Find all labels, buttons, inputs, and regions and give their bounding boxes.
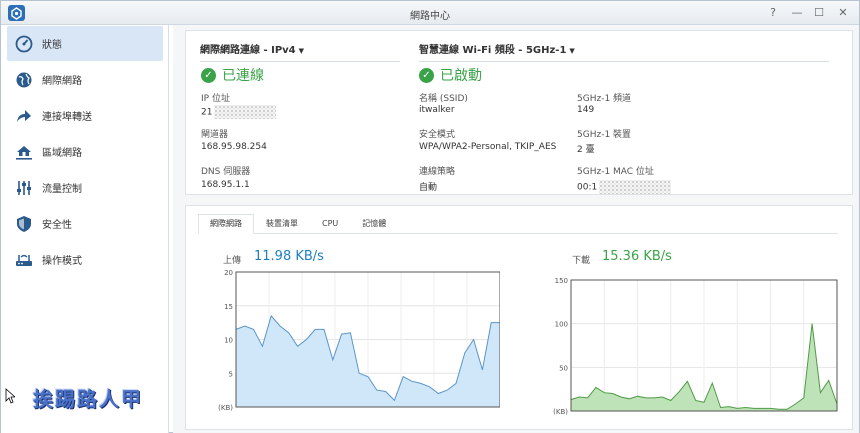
title-bar: 網路中心 ? — ☐ ✕ (1, 1, 859, 25)
tab-device-list[interactable]: 裝置清單 (254, 214, 310, 234)
main-content: 網際網路連線 - IPv4 ▼ 智慧連線 Wi-Fi 頻段 - 5GHz-1 ▼ ✓… (173, 25, 859, 433)
sidebar-item-label: 流量控制 (42, 184, 82, 195)
upload-tick-label: 15 (224, 303, 233, 311)
ssid-value: itwalker (419, 105, 455, 115)
network-center-window: 網路中心 ? — ☐ ✕ 狀態 網際網路 連接埠轉送 區域網路 流量控制 安全性… (0, 0, 860, 433)
connection-status-panel: 網際網路連線 - IPv4 ▼ 智慧連線 Wi-Fi 頻段 - 5GHz-1 ▼ ✓… (185, 30, 853, 195)
mac-value: 00:1 (577, 180, 672, 194)
sidebar-item-label: 操作模式 (42, 256, 82, 267)
channel-label: 5GHz-1 頻道 (577, 94, 632, 104)
globe-icon (15, 71, 33, 89)
download-chart: 150 100 50 (KB) (553, 277, 838, 416)
policy-label: 連線策略 (419, 167, 456, 177)
window-title: 網路中心 (410, 11, 450, 22)
sidebar-item-status[interactable]: 狀態 (7, 26, 163, 61)
ip-label: IP 位址 (201, 94, 230, 104)
wifi-status-text: 已啟動 (440, 68, 482, 84)
upload-value: 11.98 KB/s (254, 249, 324, 264)
internet-status-text: 已連線 (222, 68, 264, 84)
sidebar-item-label: 連接埠轉送 (42, 112, 92, 123)
download-value: 15.36 KB/s (602, 249, 672, 264)
sidebar: 狀態 網際網路 連接埠轉送 區域網路 流量控制 安全性 操作模式 (1, 25, 169, 433)
wifi-band-dropdown[interactable]: 智慧連線 Wi-Fi 頻段 - 5GHz-1 ▼ (419, 41, 829, 62)
mac-value-text: 00:1 (577, 182, 598, 193)
ip-value-text: 21 (201, 107, 213, 118)
sidebar-item-label: 區域網路 (42, 148, 82, 159)
sidebar-item-label: 狀態 (42, 40, 62, 51)
internet-status: ✓ 已連線 (201, 65, 264, 85)
download-label: 下載 (572, 256, 591, 266)
tab-memory[interactable]: 記憶體 (350, 214, 398, 234)
home-network-icon (15, 143, 33, 161)
sidebar-item-label: 安全性 (42, 220, 72, 231)
policy-value: 自動 (419, 183, 438, 193)
ssid-label: 名稱 (SSID) (419, 94, 468, 104)
maximize-button[interactable]: ☐ (811, 5, 827, 21)
gateway-label: 閘道器 (201, 130, 229, 140)
internet-connection-dropdown[interactable]: 網際網路連線 - IPv4 ▼ (200, 41, 400, 62)
mouse-cursor-icon (5, 388, 15, 404)
sidebar-item-security[interactable]: 安全性 (7, 206, 163, 241)
caret-down-icon: ▼ (298, 47, 305, 55)
security-value: WPA/WPA2-Personal, TKIP_AES (419, 142, 557, 152)
check-circle-icon: ✓ (201, 67, 216, 83)
close-button[interactable]: ✕ (835, 5, 851, 21)
ip-value: 21 (201, 105, 277, 119)
devices-value: 2 臺 (577, 145, 595, 155)
tab-internet[interactable]: 網際網路 (198, 214, 254, 234)
download-tick-label: 100 (555, 321, 568, 329)
download-tick-label: 50 (559, 364, 568, 372)
wifi-status: ✓ 已啟動 (419, 65, 482, 85)
redaction-blur (599, 180, 672, 194)
download-tick-label: 150 (555, 277, 568, 285)
channel-value: 149 (577, 105, 595, 115)
sidebar-item-local-network[interactable]: 區域網路 (7, 134, 163, 169)
wifi-header-label: 智慧連線 Wi-Fi 頻段 - 5GHz-1 (419, 45, 567, 56)
devices-label: 5GHz-1 裝置 (577, 130, 632, 140)
security-label: 安全模式 (419, 130, 456, 140)
forward-arrow-icon (15, 107, 33, 125)
tab-cpu[interactable]: CPU (310, 214, 350, 234)
shield-icon (15, 215, 33, 233)
gauge-icon (15, 35, 33, 53)
minimize-button[interactable]: — (789, 5, 805, 21)
traffic-tabs: 網際網路 裝置清單 CPU 記憶體 (198, 214, 838, 234)
watermark-text: 挨踢路人甲 (33, 387, 143, 411)
check-circle-icon: ✓ (419, 67, 434, 83)
dns-label: DNS 伺服器 (201, 167, 251, 177)
sidebar-item-traffic-control[interactable]: 流量控制 (7, 170, 163, 205)
traffic-panel: 網際網路 裝置清單 CPU 記憶體 上傳 11.98 KB/s 下載 15.36… (185, 205, 853, 430)
caret-down-icon: ▼ (569, 47, 575, 55)
upload-tick-label: (KB) (218, 404, 233, 412)
redaction-blur (214, 105, 277, 119)
upload-chart: 20 15 10 5 (KB) (218, 269, 500, 412)
sidebar-item-operation-mode[interactable]: 操作模式 (7, 242, 163, 277)
dns-value: 168.95.1.1 (201, 180, 250, 190)
sidebar-item-label: 網際網路 (42, 76, 82, 87)
gateway-value: 168.95.98.254 (201, 142, 267, 152)
router-icon (15, 251, 33, 269)
upload-tick-label: 20 (224, 269, 233, 277)
internet-header-label: 網際網路連線 - IPv4 (200, 45, 296, 56)
help-button[interactable]: ? (765, 5, 781, 21)
sliders-icon (15, 179, 33, 197)
sidebar-item-internet[interactable]: 網際網路 (7, 62, 163, 97)
upload-label: 上傳 (223, 256, 242, 266)
download-tick-label: (KB) (553, 408, 568, 416)
upload-tick-label: 5 (229, 370, 233, 378)
upload-tick-label: 10 (224, 337, 233, 345)
mac-label: 5GHz-1 MAC 位址 (577, 167, 654, 177)
sidebar-item-port-forwarding[interactable]: 連接埠轉送 (7, 98, 163, 133)
